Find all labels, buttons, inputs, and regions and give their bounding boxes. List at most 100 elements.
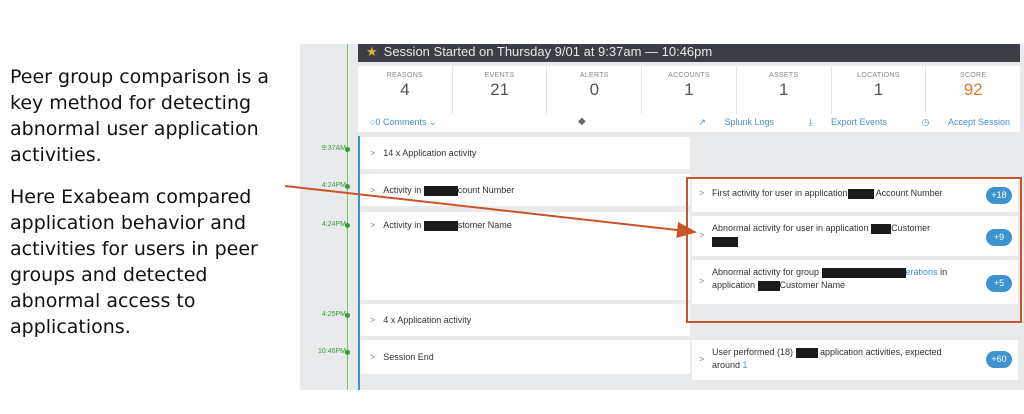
event-time: 4:24PM [321, 221, 346, 228]
timeline-dot [345, 147, 350, 152]
check-icon: ◷ [921, 117, 930, 127]
chevron-right-icon: > [699, 276, 705, 286]
stat-label: ASSETS [769, 72, 799, 79]
event-time: 4:25PM [321, 311, 346, 318]
comments-button[interactable]: ○0 Comments ⌄ [370, 117, 437, 128]
reason-text: User performed (18) application activiti… [712, 346, 1010, 372]
session-header: ★ Session Started on Thursday 9/01 at 9:3… [358, 44, 1020, 62]
timeline-dot [345, 350, 350, 355]
risk-reason[interactable]: > Abnormal activity for user in applicat… [692, 216, 1018, 256]
redaction [712, 236, 738, 247]
explanation-paragraph-2: Here Exabeam compared application behavi… [10, 186, 258, 338]
export-events-label: Export Events [831, 117, 888, 127]
reason-text-part: First activity for user in application [712, 188, 848, 198]
stat-reasons: REASONS 4 [358, 66, 453, 114]
toolbar-actions: ↗ Splunk Logs ⤓ Export Events ◷ Accept S… [666, 117, 1010, 128]
timeline-dot [345, 223, 350, 228]
session-title: Session Started on Thursday 9/01 at 9:37… [383, 44, 713, 59]
redaction [423, 220, 458, 231]
chevron-right-icon: > [699, 188, 705, 198]
accept-session-label: Accept Session [947, 117, 1010, 127]
stat-label: LOCATIONS [857, 72, 900, 79]
redaction [795, 347, 818, 358]
reason-text-part: Abnormal activity for user in applicatio… [712, 223, 872, 233]
stat-label: SCORE [959, 72, 987, 79]
stat-value: 21 [490, 80, 510, 99]
stat-accounts: ACCOUNTS 1 [642, 66, 737, 114]
event-label: 4 x Application activity [383, 315, 472, 325]
download-icon: ⤓ [808, 117, 813, 127]
stat-locations: LOCATIONS 1 [832, 66, 927, 114]
reason-text-part: Customer Name [779, 280, 846, 290]
reason-text-part: Customer [891, 223, 931, 233]
reason-text-part: application activities, expected [817, 347, 942, 357]
chevron-right-icon: > [370, 315, 376, 325]
chevron-right-icon: > [370, 220, 376, 230]
score-badge: +18 [986, 187, 1012, 204]
redaction [821, 267, 906, 278]
redaction [757, 280, 780, 291]
score-badge: +5 [986, 275, 1012, 292]
redaction [871, 223, 892, 234]
explanation-paragraph-1: Peer group comparison is a key method fo… [10, 66, 270, 166]
stat-value: 1 [684, 80, 694, 99]
stat-score: SCORE 92 [926, 66, 1020, 114]
chevron-right-icon: > [699, 230, 705, 240]
timeline-axis [347, 44, 348, 390]
event-label-suffix: stomer Name [457, 220, 512, 230]
reason-text-part: in [937, 267, 948, 277]
stat-value: 4 [400, 80, 410, 99]
timeline-dot [345, 313, 350, 318]
timeline-event[interactable]: >4 x Application activity [360, 304, 690, 336]
redaction [423, 185, 458, 196]
chevron-right-icon: > [370, 352, 376, 362]
session-stats: REASONS 4 EVENTS 21 ALERTS 0 ACCOUNTS 1 … [358, 66, 1020, 114]
risk-reason[interactable]: > Abnormal activity for group erations i… [692, 260, 1018, 304]
reason-text: Abnormal activity for user in applicatio… [712, 222, 1010, 248]
stat-label: ACCOUNTS [668, 72, 710, 79]
chevron-right-icon: > [370, 185, 376, 195]
session-toolbar: ○0 Comments ⌄ ◆ ↗ Splunk Logs ⤓ Export E… [358, 114, 1020, 132]
reason-text-part: Abnormal activity for group [712, 267, 822, 277]
explanation-text: Peer group comparison is a key method fo… [10, 64, 290, 356]
risk-reason[interactable]: > User performed (18) application activi… [692, 340, 1018, 380]
reason-text-part: around [712, 360, 743, 370]
stat-label: REASONS [386, 72, 424, 79]
splunk-logs-link[interactable]: ↗ Splunk Logs [682, 117, 774, 127]
peer-group-link[interactable]: erations [906, 267, 938, 277]
stat-label: ALERTS [579, 72, 609, 79]
timeline-dot [345, 184, 350, 189]
event-label-suffix: count Number [457, 185, 515, 195]
stat-value: 0 [589, 80, 600, 99]
chevron-right-icon: > [370, 148, 376, 158]
stat-alerts: ALERTS 0 [547, 66, 643, 114]
reason-text: Abnormal activity for group erations in a… [712, 266, 1010, 292]
redaction [847, 188, 874, 199]
event-time: 9:37AM [321, 145, 346, 152]
tag-icon[interactable]: ◆ [578, 116, 586, 127]
timeline-event[interactable]: > Session End [360, 340, 690, 374]
stat-assets: ASSETS 1 [737, 66, 832, 114]
reason-text-part: application [712, 280, 758, 290]
stat-value: 92 [963, 80, 983, 99]
splunk-logs-label: Splunk Logs [724, 117, 775, 127]
score-badge: +60 [986, 351, 1012, 368]
export-events-link[interactable]: ⤓ Export Events [793, 117, 888, 127]
event-label: Activity in [383, 185, 424, 195]
reason-text: First activity for user in application A… [712, 184, 1010, 199]
timeline-event[interactable]: > Activity in stomer Name [360, 212, 690, 300]
event-time: 4:24PM [321, 182, 346, 189]
chevron-right-icon: > [699, 354, 705, 364]
timeline-event[interactable]: > Activity in count Number [360, 174, 690, 206]
stat-label: EVENTS [484, 72, 515, 79]
accept-session-link[interactable]: ◷ Accept Session [906, 117, 1010, 127]
event-label: Session End [383, 352, 434, 362]
event-time: 10:46PM [317, 348, 346, 355]
stat-value: 1 [873, 80, 884, 99]
expected-count-link[interactable]: 1 [743, 360, 748, 370]
external-link-icon: ↗ [698, 117, 706, 127]
timeline-event[interactable]: >14 x Application activity [360, 137, 690, 169]
event-label: 14 x Application activity [383, 148, 477, 158]
risk-reason[interactable]: > First activity for user in application… [692, 178, 1018, 212]
star-icon[interactable]: ★ [366, 44, 378, 59]
